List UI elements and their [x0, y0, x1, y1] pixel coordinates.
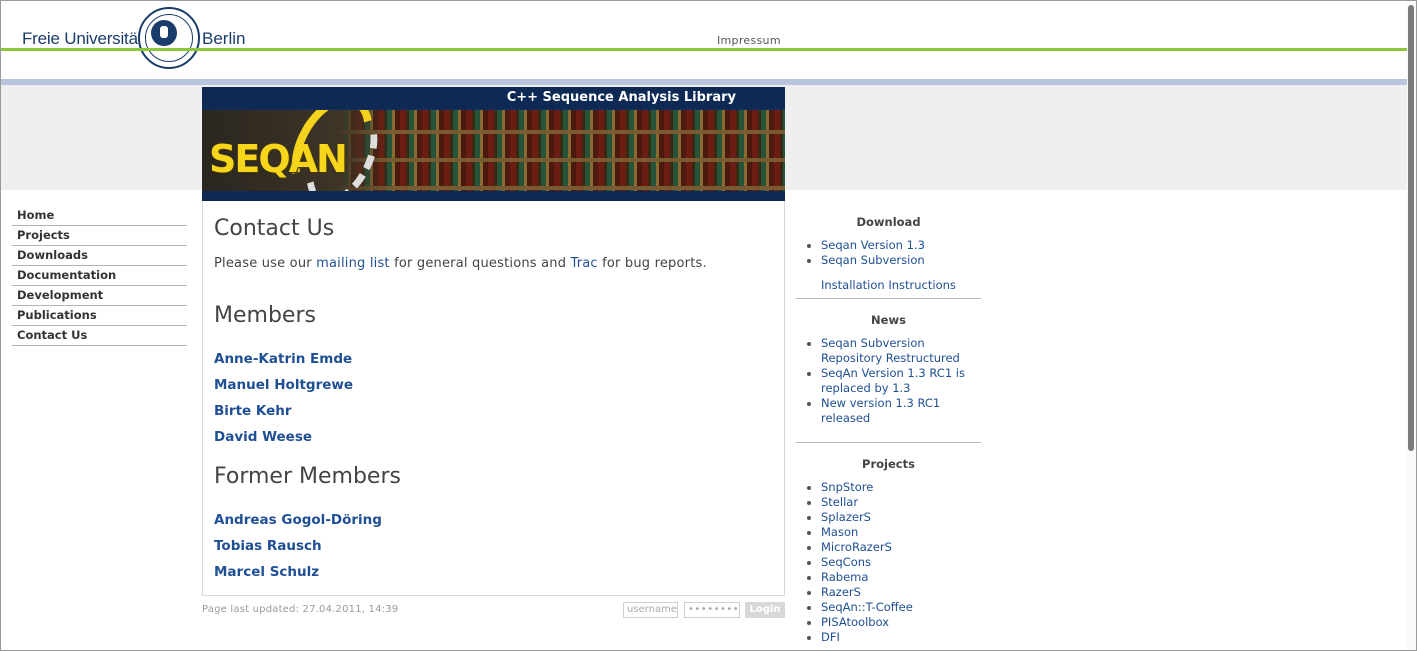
- nav-item-documentation[interactable]: Documentation: [12, 266, 187, 286]
- news-item[interactable]: SeqAn Version 1.3 RC1 is replaced by 1.3: [796, 366, 981, 396]
- news-list: Seqan Subversion Repository Restructured…: [796, 336, 981, 426]
- former-member-link[interactable]: Tobias Rausch: [214, 538, 322, 554]
- trac-link[interactable]: Trac: [570, 256, 597, 271]
- download-item[interactable]: Seqan Subversion: [796, 253, 981, 268]
- username-input[interactable]: username: [623, 602, 678, 618]
- library-shelves-image: SEQAN: [202, 110, 785, 191]
- projects-list: SnpStore Stellar SplazerS Mason MicroRaz…: [796, 480, 981, 645]
- former-member-link[interactable]: Andreas Gogol-Döring: [214, 512, 382, 528]
- password-input[interactable]: ••••••••: [684, 602, 740, 618]
- impressum-link[interactable]: Impressum: [717, 34, 781, 47]
- seqan-logo[interactable]: SEQAN: [209, 137, 348, 181]
- download-heading: Download: [856, 215, 921, 229]
- project-item[interactable]: RazerS: [796, 585, 981, 600]
- contact-intro: Please use our mailing list for general …: [214, 256, 707, 271]
- fu-logo-text-left[interactable]: Freie Universität: [22, 29, 143, 49]
- page-title: Contact Us: [214, 216, 335, 241]
- project-item[interactable]: PISAtoolbox: [796, 615, 981, 630]
- sidebar-divider: [796, 442, 981, 443]
- nav-item-contact-us[interactable]: Contact Us: [12, 326, 187, 346]
- project-item[interactable]: Stellar: [796, 495, 981, 510]
- fu-seal-icon[interactable]: [138, 7, 200, 69]
- project-item[interactable]: SeqAn::T-Coffee: [796, 600, 981, 615]
- nav-item-development[interactable]: Development: [12, 286, 187, 306]
- project-item[interactable]: Rabema: [796, 570, 981, 585]
- installation-instructions-link[interactable]: Installation Instructions: [796, 278, 981, 292]
- news-item[interactable]: New version 1.3 RC1 released: [796, 396, 981, 426]
- project-item[interactable]: SeqCons: [796, 555, 981, 570]
- browser-page: Freie Universität Berlin Impressum C++ S…: [0, 0, 1417, 651]
- fu-seal-emblem: [151, 20, 177, 46]
- intro-text: for bug reports.: [597, 256, 707, 271]
- vertical-scrollbar[interactable]: [1407, 1, 1416, 650]
- news-heading: News: [871, 313, 906, 327]
- intro-text: for general questions and: [389, 256, 571, 271]
- former-members-heading: Former Members: [214, 464, 401, 489]
- member-link[interactable]: David Weese: [214, 429, 312, 445]
- main-content: Contact Us Please use our mailing list f…: [202, 201, 785, 596]
- project-item[interactable]: DFI: [796, 630, 981, 645]
- former-member-link[interactable]: Marcel Schulz: [214, 564, 319, 580]
- nav-item-home[interactable]: Home: [12, 206, 187, 226]
- header-green-line: [1, 48, 1407, 51]
- project-item[interactable]: MicroRazerS: [796, 540, 981, 555]
- banner-bottom-strip: [202, 191, 785, 201]
- intro-text: Please use our: [214, 256, 317, 271]
- download-item[interactable]: Seqan Version 1.3: [796, 238, 981, 253]
- download-list: Seqan Version 1.3 Seqan Subversion: [796, 238, 981, 268]
- sidebar-divider: [796, 298, 981, 299]
- project-item[interactable]: Mason: [796, 525, 981, 540]
- fu-header: Freie Universität Berlin Impressum: [1, 1, 1407, 85]
- login-button[interactable]: Login: [745, 602, 785, 618]
- nav-item-downloads[interactable]: Downloads: [12, 246, 187, 266]
- member-link[interactable]: Anne-Katrin Emde: [214, 351, 352, 367]
- project-item[interactable]: SnpStore: [796, 480, 981, 495]
- members-heading: Members: [214, 303, 316, 328]
- mailing-list-link[interactable]: mailing list: [316, 256, 390, 271]
- seqan-banner: C++ Sequence Analysis Library SEQAN: [202, 87, 785, 201]
- member-link[interactable]: Birte Kehr: [214, 403, 292, 419]
- nav-item-publications[interactable]: Publications: [12, 306, 187, 326]
- fu-logo-text-right[interactable]: Berlin: [202, 29, 245, 49]
- member-link[interactable]: Manuel Holtgrewe: [214, 377, 353, 393]
- projects-heading: Projects: [862, 457, 915, 471]
- nav-item-projects[interactable]: Projects: [12, 226, 187, 246]
- news-item[interactable]: Seqan Subversion Repository Restructured: [796, 336, 981, 366]
- project-item[interactable]: SplazerS: [796, 510, 981, 525]
- banner-title: C++ Sequence Analysis Library: [202, 87, 785, 109]
- right-sidebar: Download Seqan Version 1.3 Seqan Subvers…: [796, 206, 981, 645]
- last-updated: Page last updated: 27.04.2011, 14:39: [202, 604, 399, 615]
- scrollbar-thumb[interactable]: [1408, 5, 1414, 451]
- left-navigation: Home Projects Downloads Documentation De…: [12, 206, 187, 346]
